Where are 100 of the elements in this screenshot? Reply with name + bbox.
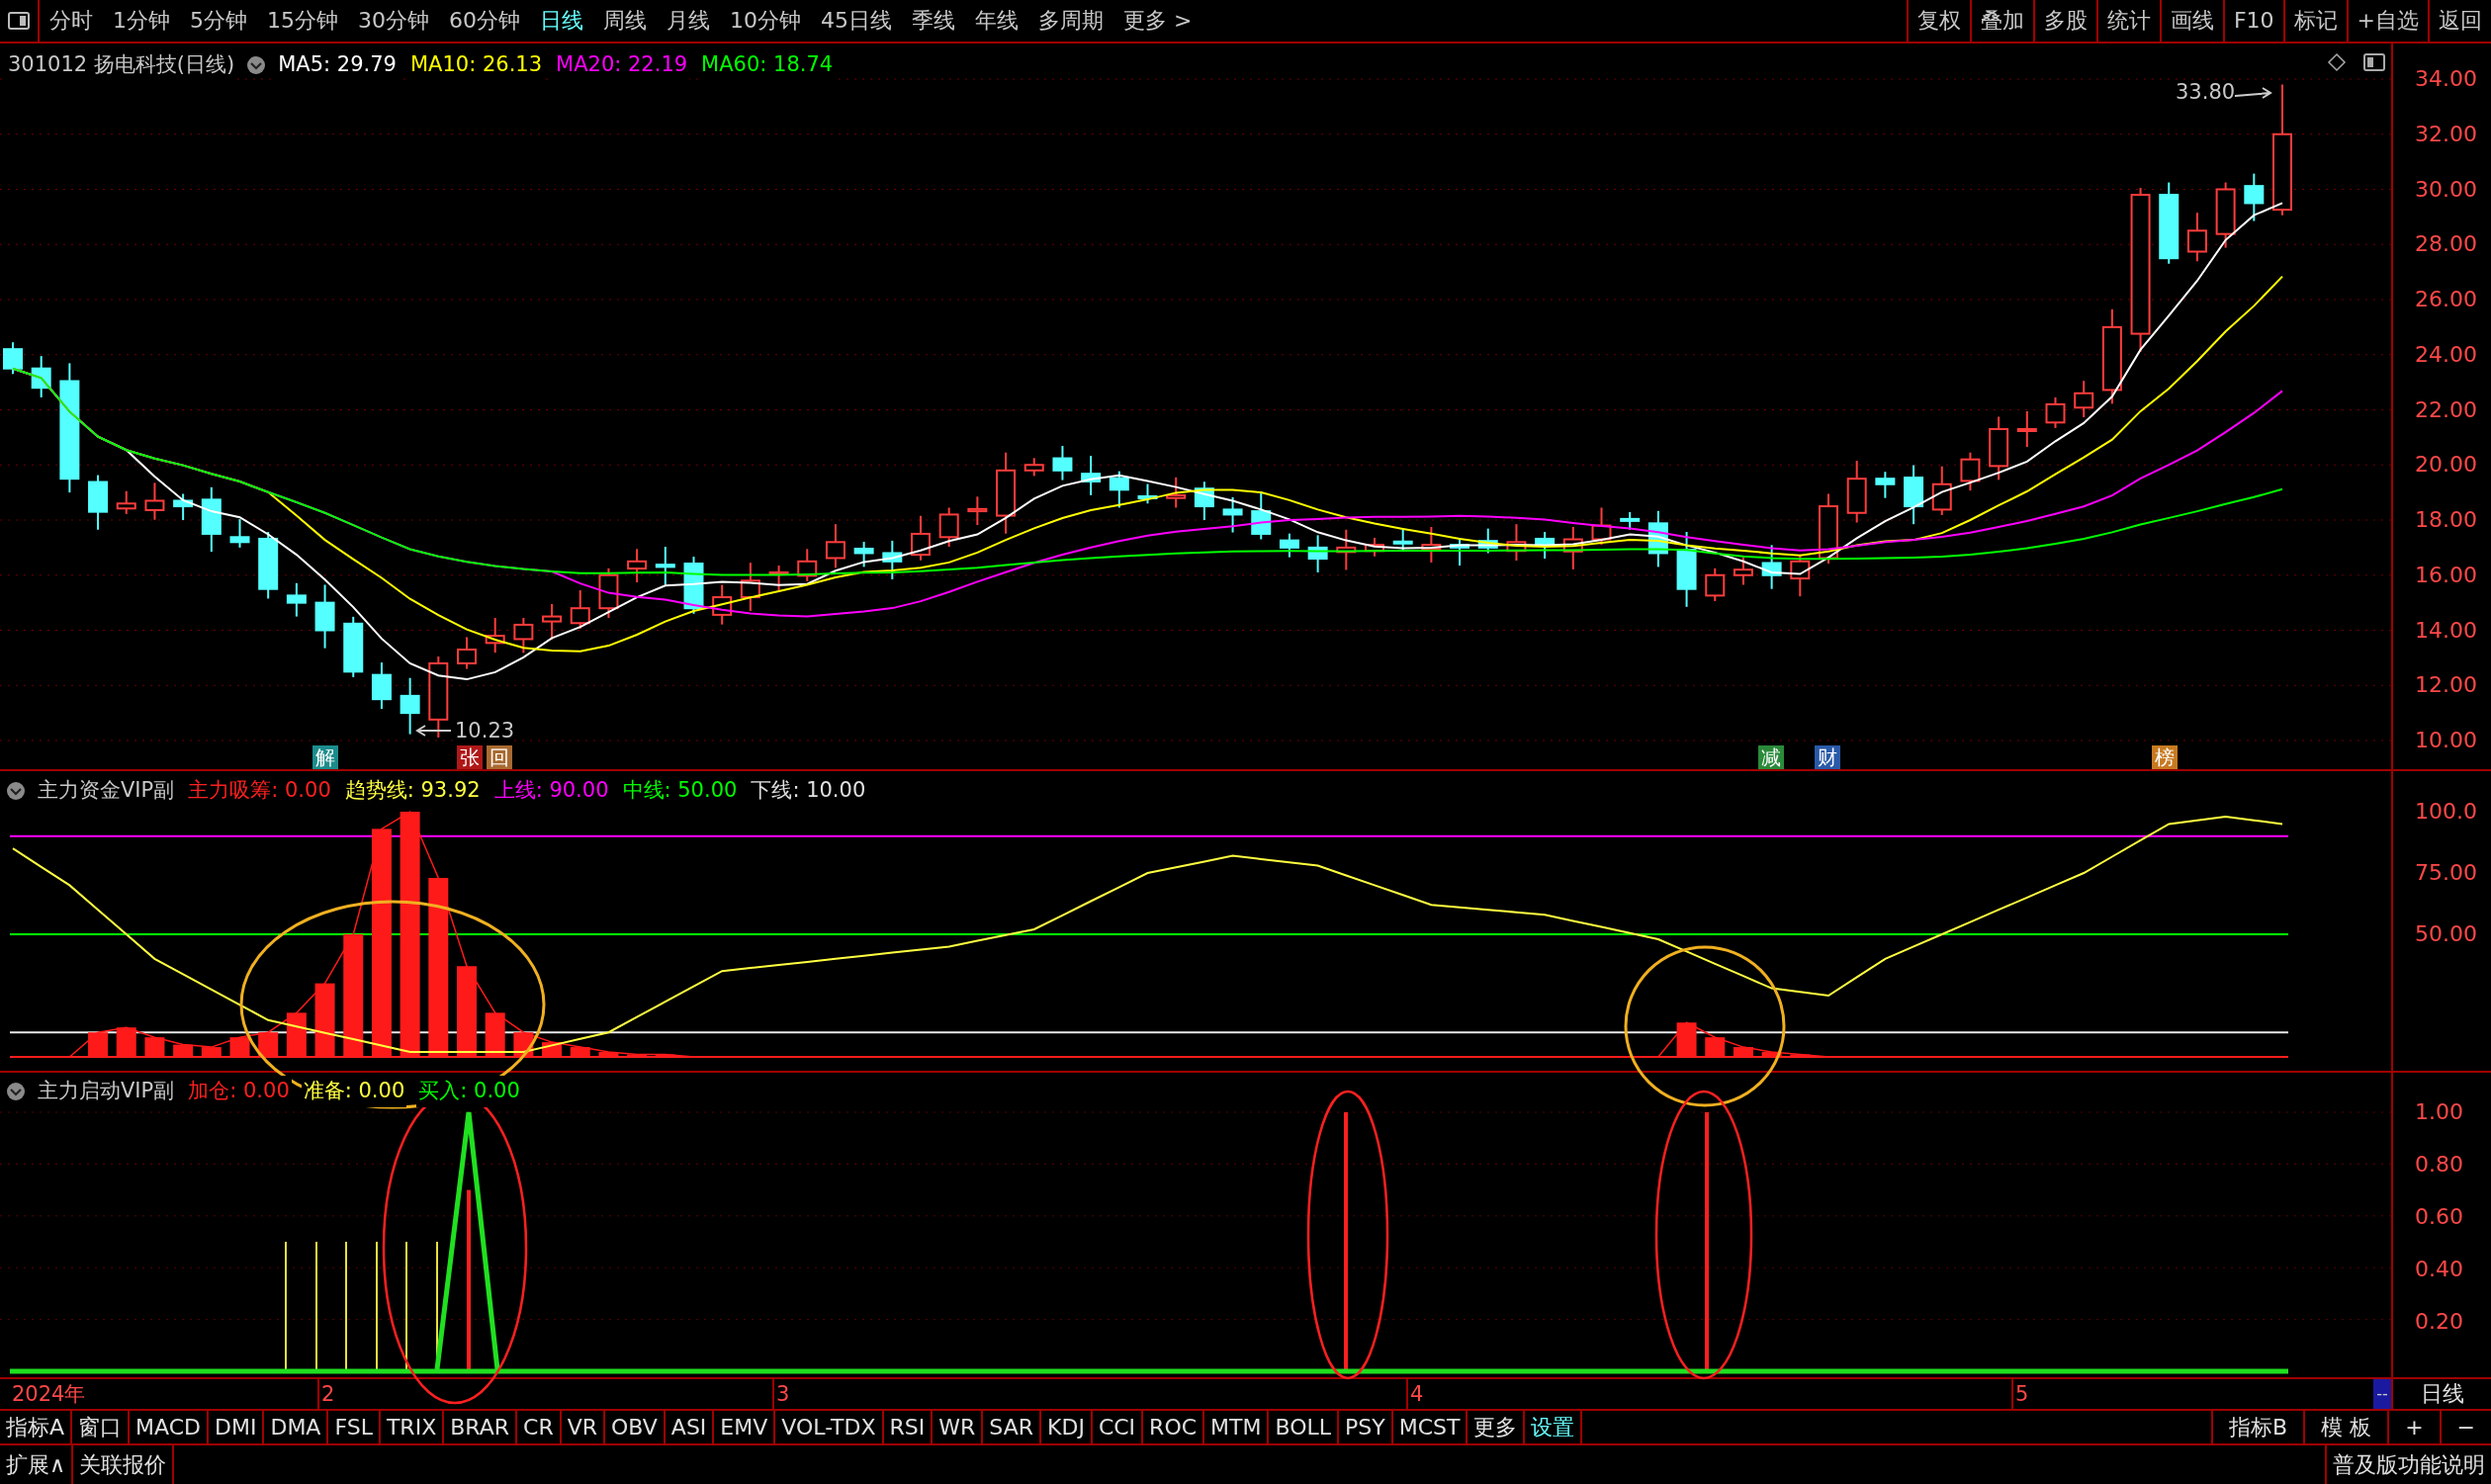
indicator-tab[interactable]: FSL [328,1411,381,1443]
footer-tab[interactable]: 关联报价 [73,1445,175,1484]
period-tab[interactable]: 更多 > [1113,0,1202,42]
date-label: 2 [317,1379,335,1409]
indicator-tab[interactable]: WR [933,1411,984,1443]
period-tab[interactable]: 日线 [530,0,593,42]
period-tab[interactable]: 分时 [40,0,103,42]
date-label: 3 [772,1379,790,1409]
axis-label: 14.00 [2415,619,2477,642]
axis-label: 16.00 [2415,564,2477,586]
date-label: 4 [1406,1379,1424,1409]
candlestick [1733,556,1753,586]
candlestick [768,565,789,593]
indicator-tab[interactable]: ASI [665,1411,715,1443]
candlestick [1336,528,1357,571]
chart-marker: 减 [1758,745,1784,769]
candlestick [2074,380,2094,419]
indicator-tab[interactable]: 模 板 [2303,1411,2388,1443]
axis-label: 26.00 [2415,289,2477,310]
indicator-tab[interactable]: − [2439,1411,2491,1443]
toolbar-button[interactable]: 统计 [2095,0,2160,42]
indicator-tab[interactable]: 指标A [0,1411,73,1443]
candlestick [173,492,194,521]
candlestick [542,603,563,641]
indicator-tab[interactable]: 更多 [1468,1411,1526,1443]
candlestick [1081,455,1102,496]
period-tab[interactable]: 30分钟 [348,0,439,42]
indicator-tab[interactable]: VOL-TDX [775,1411,884,1443]
candlestick [485,616,505,655]
period-tab[interactable]: 多周期 [1028,0,1113,42]
axis-label: 100.0 [2415,801,2477,823]
candlestick [1846,460,1867,524]
period-tab[interactable]: 月线 [657,0,720,42]
candlestick [1023,457,1044,478]
indicator-tab[interactable]: BRAR [444,1411,518,1443]
period-tab[interactable]: 60分钟 [439,0,530,42]
histogram-bar [570,1047,590,1057]
candlestick [1506,523,1527,562]
indicator-tab[interactable]: 窗口 [72,1411,131,1443]
candlestick [1705,567,1726,602]
indicator-tab[interactable]: EMV [714,1411,776,1443]
candlestick [967,495,988,526]
period-tab[interactable]: 5分钟 [180,0,257,42]
candlestick [911,514,931,562]
toolbar-button[interactable]: 返回 [2428,0,2491,42]
candlestick [1989,415,2009,481]
candlestick [1960,451,1981,492]
indicator-tab[interactable]: CR [517,1411,562,1443]
axis-label: 0.20 [2415,1311,2463,1333]
candlestick [3,341,23,376]
axis-label: 28.00 [2415,233,2477,256]
footer-tab[interactable]: 扩展∧ [0,1445,74,1484]
period-tab[interactable]: 1分钟 [103,0,180,42]
histogram-bar [598,1052,619,1057]
candlestick [1591,506,1612,547]
indicator-tab[interactable]: SAR [983,1411,1042,1443]
indicator-tab[interactable]: PSY [1339,1411,1393,1443]
histogram-bar [201,1047,222,1057]
indicator-tab[interactable]: KDJ [1041,1411,1093,1443]
indicator-tab[interactable]: + [2387,1411,2440,1443]
indicator-tab[interactable]: MTM [1204,1411,1270,1443]
histogram-bar [485,1012,505,1057]
period-tab[interactable]: 45日线 [811,0,902,42]
indicator-tab[interactable]: 设置 [1525,1411,1583,1443]
candlestick [1761,544,1782,590]
axis-label: 18.00 [2415,509,2477,531]
candlestick [938,506,959,549]
period-tab[interactable]: 10分钟 [720,0,811,42]
toolbar-button[interactable]: 叠加 [1969,0,2033,42]
toolbar-button[interactable]: +自选 [2346,0,2428,42]
indicator-tab[interactable]: MACD [130,1411,209,1443]
indicator-tab[interactable]: 指标B [2211,1411,2304,1443]
indicator-tab[interactable]: VR [561,1411,606,1443]
indicator-tab[interactable]: ROC [1143,1411,1205,1443]
indicator-tab[interactable]: DMI [209,1411,265,1443]
toolbar-button[interactable]: 多股 [2032,0,2096,42]
histogram-bar [258,1032,279,1057]
toolbar-button[interactable]: 画线 [2159,0,2223,42]
indicator-tab[interactable]: DMA [264,1411,329,1443]
toolbar-button[interactable]: 标记 [2282,0,2347,42]
period-tab[interactable]: 周线 [593,0,657,42]
indicator-tab[interactable]: RSI [883,1411,934,1443]
period-tab[interactable]: 季线 [902,0,965,42]
indicator-tab[interactable]: OBV [605,1411,666,1443]
indicator-tab[interactable]: BOLL [1269,1411,1340,1443]
candlestick [1450,537,1470,567]
histogram-bar [229,1037,250,1057]
candlestick [882,539,903,580]
toolbar-button[interactable]: 复权 [1906,0,1970,42]
candlestick [1365,537,1384,558]
histogram-bar [144,1037,165,1057]
period-tab[interactable]: 年线 [965,0,1028,42]
indicator-tab[interactable]: MCST [1392,1411,1468,1443]
price-label: 10.23 [455,720,515,742]
indicator-tab[interactable]: CCI [1092,1411,1144,1443]
footer-tab[interactable]: 普及版功能说明 [2325,1445,2491,1484]
indicator-tab[interactable]: TRIX [380,1411,445,1443]
toolbar-button[interactable]: F10 [2222,0,2283,42]
period-tab[interactable]: 15分钟 [257,0,348,42]
diamond-icon [2328,53,2346,71]
